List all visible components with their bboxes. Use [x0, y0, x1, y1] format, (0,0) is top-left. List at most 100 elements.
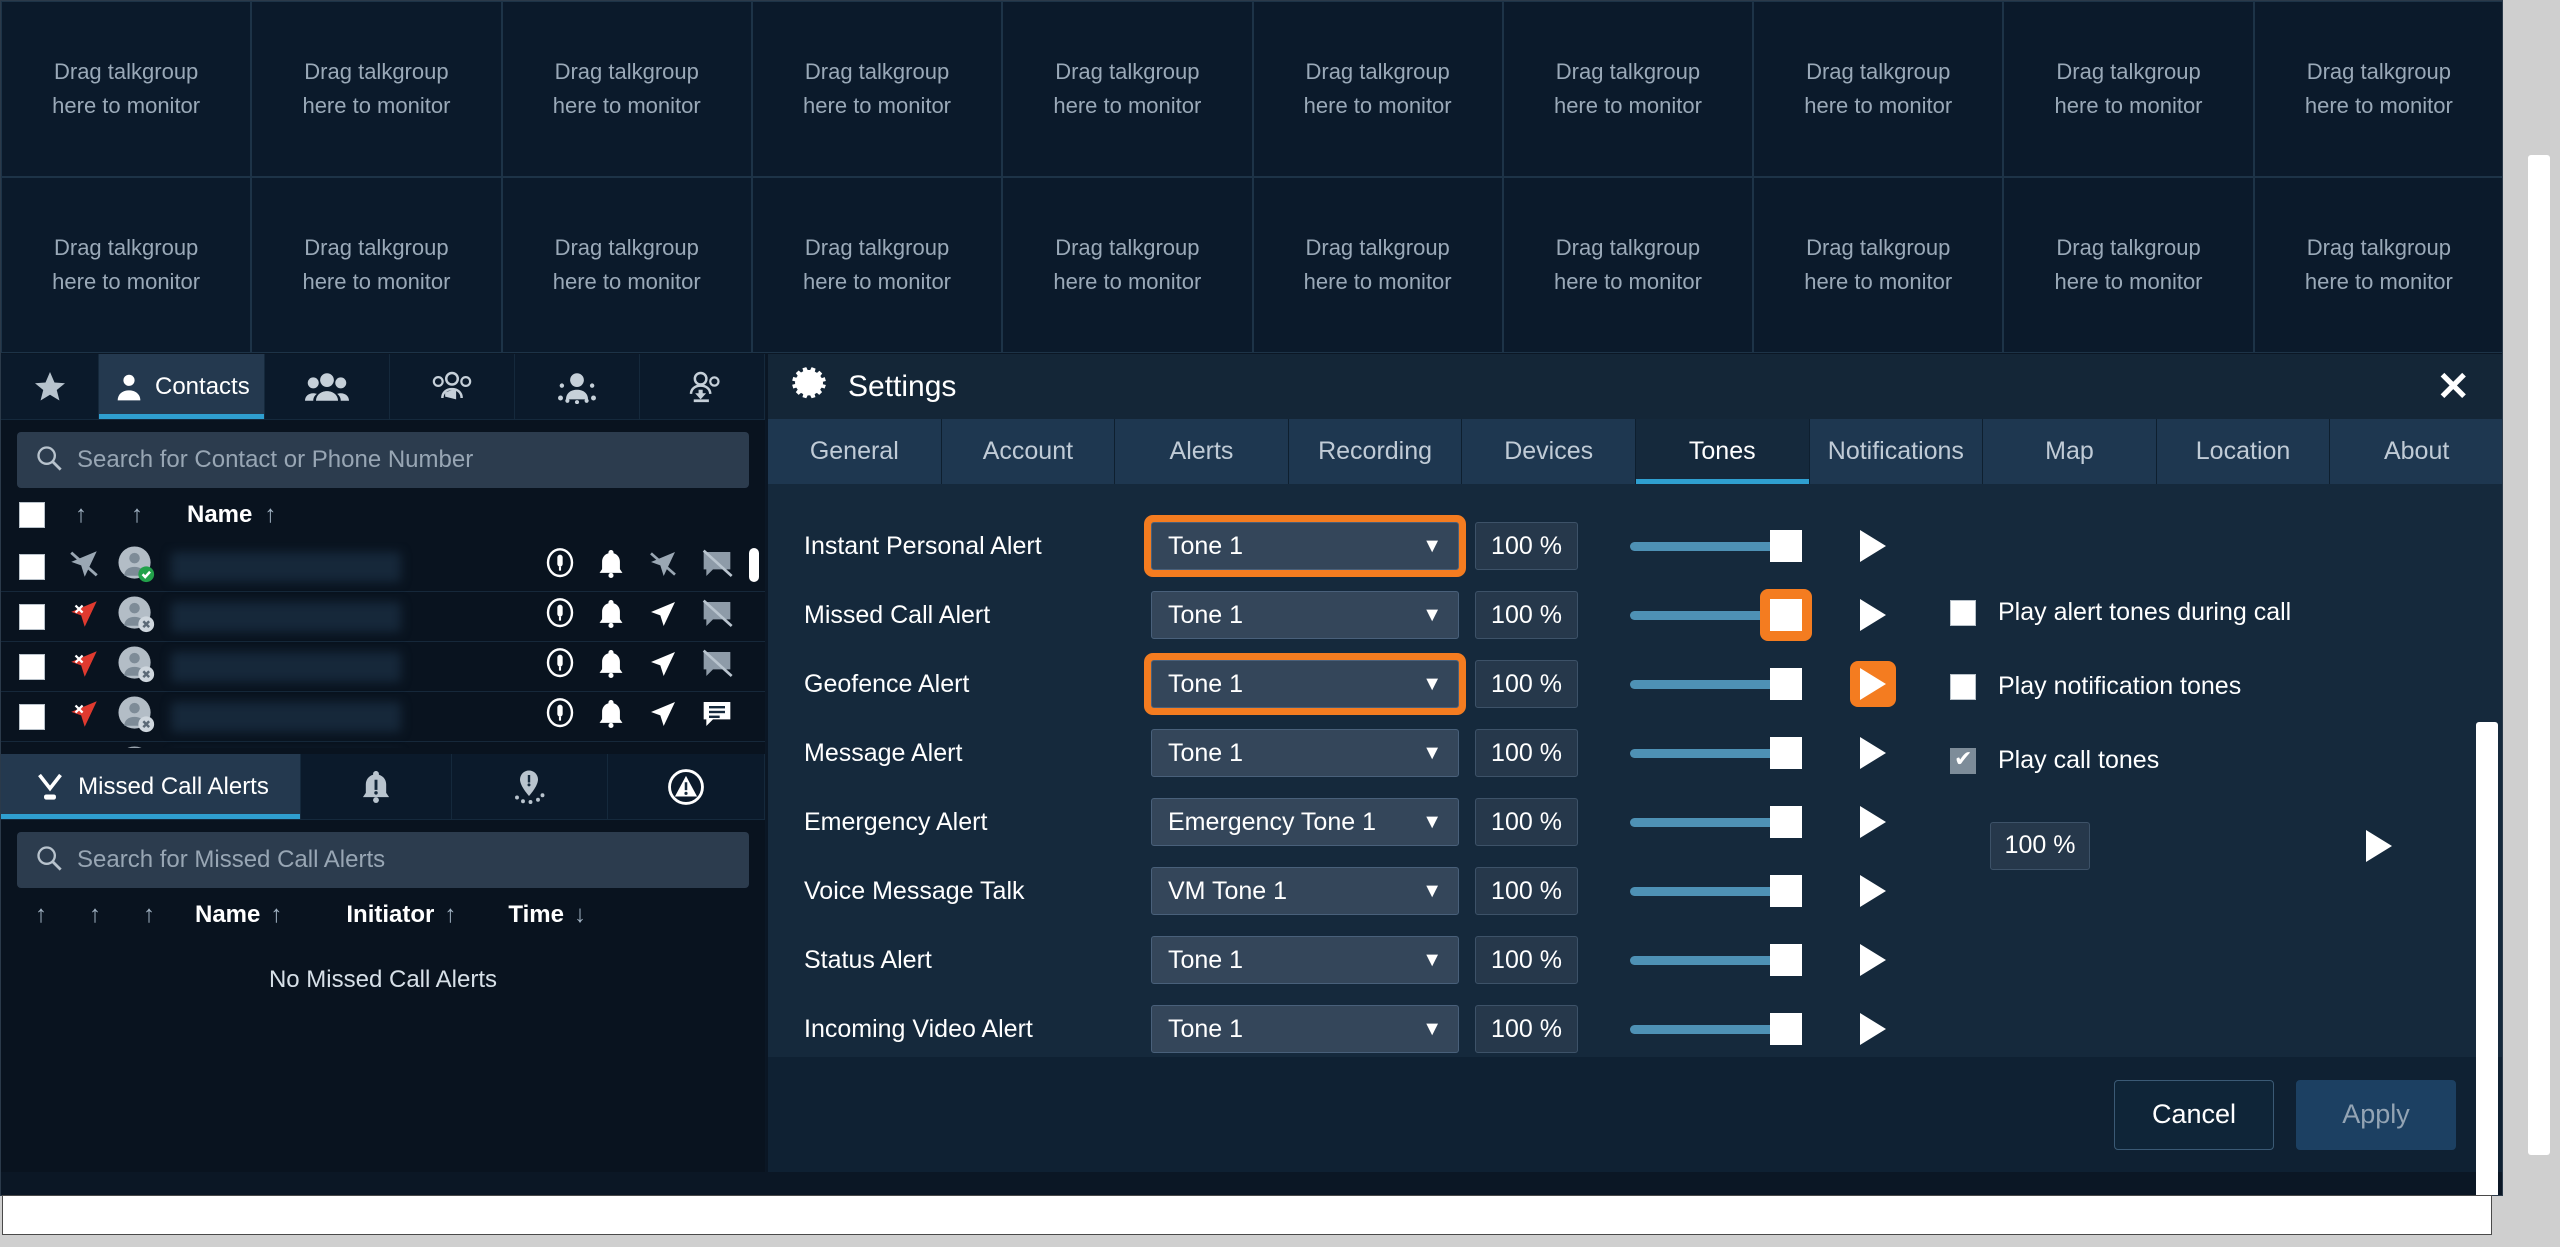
instant-personal-alert-play-button[interactable] — [1850, 523, 1896, 569]
option-play-notification-tones[interactable]: Play notification tones — [1950, 650, 2470, 724]
row-actions[interactable] — [545, 548, 747, 585]
instant-personal-alert-slider[interactable] — [1630, 522, 1802, 570]
missed-call-alert-slider[interactable] — [1630, 589, 1812, 642]
talkgroup-slot[interactable]: Drag talkgroup here to monitor — [1, 177, 252, 353]
talkgroup-slot[interactable]: Drag talkgroup here to monitor — [1753, 177, 2004, 353]
tab-alert-bell[interactable] — [301, 754, 453, 819]
message-alert-volume[interactable]: 100 % — [1475, 729, 1578, 778]
tab-map[interactable]: Map — [1983, 419, 2157, 484]
message-off-icon[interactable] — [701, 599, 733, 634]
mic-icon[interactable] — [545, 598, 575, 635]
tab-groups[interactable] — [265, 354, 390, 419]
talkgroup-slot[interactable]: Drag talkgroup here to monitor — [2003, 1, 2254, 177]
settings-dialog-scrollbar[interactable] — [2476, 722, 2498, 1195]
talkgroup-slot[interactable]: Drag talkgroup here to monitor — [1252, 177, 1503, 353]
geofence-alert-slider[interactable] — [1630, 660, 1802, 708]
talkgroup-slot[interactable]: Drag talkgroup here to monitor — [751, 1, 1003, 177]
tab-favorites[interactable] — [1, 354, 99, 419]
missed-call-alert-play-button[interactable] — [1850, 592, 1896, 638]
table-row[interactable] — [1, 692, 765, 742]
talkgroup-slot[interactable]: Drag talkgroup here to monitor — [251, 177, 502, 353]
nav-off-icon[interactable] — [647, 548, 679, 585]
talkgroup-slot[interactable]: Drag talkgroup here to monitor — [501, 1, 752, 177]
table-row[interactable] — [1, 742, 765, 748]
emergency-alert-play-button[interactable] — [1850, 799, 1896, 845]
geofence-alert-volume[interactable]: 100 % — [1475, 660, 1578, 709]
slider-knob-highlight[interactable] — [1760, 589, 1812, 642]
talkgroup-slot[interactable]: Drag talkgroup here to monitor — [1502, 177, 1754, 353]
sort-col1[interactable]: ↑ — [35, 901, 47, 929]
tab-talkgroups[interactable] — [390, 354, 515, 419]
instant-personal-alert-volume[interactable]: 100 % — [1475, 522, 1578, 571]
talkgroup-slot[interactable]: Drag talkgroup here to monitor — [1252, 1, 1503, 177]
tab-import-contacts[interactable] — [640, 354, 766, 419]
talkgroup-slot[interactable]: Drag talkgroup here to monitor — [1002, 177, 1253, 353]
emergency-alert-slider[interactable] — [1630, 798, 1802, 846]
tab-geofence-alerts[interactable] — [452, 754, 608, 819]
table-row[interactable] — [1, 642, 765, 692]
message-alert-play-button[interactable] — [1850, 730, 1896, 776]
talkgroup-slot[interactable]: Drag talkgroup here to monitor — [1, 1, 252, 177]
mic-icon[interactable] — [545, 648, 575, 685]
message-alert-tone-select[interactable]: Tone 1 ▼ — [1151, 729, 1459, 778]
tab-alerts[interactable]: Alerts — [1115, 419, 1289, 484]
page-horizontal-scrollbar[interactable] — [2, 1195, 2492, 1235]
voice-message-talk-volume[interactable]: 100 % — [1475, 867, 1578, 916]
select-all-checkbox[interactable] — [19, 502, 45, 528]
missed-call-alert-volume[interactable]: 100 % — [1475, 591, 1578, 640]
bell-icon[interactable] — [597, 598, 625, 635]
call-tone-volume[interactable]: 100 % — [1990, 821, 2090, 870]
slider-knob[interactable] — [1770, 1013, 1802, 1046]
voice-message-talk-tone-select[interactable]: VM Tone 1 ▼ — [1151, 867, 1459, 916]
table-row[interactable] — [1, 542, 765, 592]
tab-notifications[interactable]: Notifications — [1809, 419, 1984, 484]
sort-name[interactable]: ↑ — [270, 901, 282, 929]
option-play-call-tones[interactable]: Play call tones — [1950, 724, 2470, 798]
talkgroup-slot[interactable]: Drag talkgroup here to monitor — [2253, 1, 2502, 177]
voice-message-talk-slider[interactable] — [1630, 867, 1802, 915]
tab-emergency-alerts[interactable] — [608, 754, 765, 819]
play-call-tones-checkbox[interactable] — [1950, 746, 1976, 774]
instant-personal-alert-tone-select[interactable]: Tone 1 ▼ — [1151, 522, 1459, 571]
tab-tones[interactable]: Tones — [1635, 419, 1810, 484]
talkgroup-slot[interactable]: Drag talkgroup here to monitor — [251, 1, 502, 177]
sort-name[interactable]: ↑ — [264, 501, 276, 529]
slider-knob[interactable] — [1770, 875, 1802, 908]
status-alert-slider[interactable] — [1630, 936, 1802, 984]
slider-knob[interactable] — [1770, 737, 1802, 770]
tab-recording[interactable]: Recording — [1288, 419, 1463, 484]
mic-icon[interactable] — [545, 698, 575, 735]
sort-col2[interactable]: ↑ — [89, 901, 101, 929]
slider-knob[interactable] — [1770, 806, 1802, 839]
incoming-video-alert-play-button[interactable] — [1850, 1006, 1896, 1052]
contacts-scrollbar[interactable] — [749, 548, 759, 582]
sort-col3[interactable]: ↑ — [143, 901, 155, 929]
row-actions[interactable] — [545, 598, 747, 635]
sort-status[interactable]: ↑ — [131, 501, 143, 529]
tab-account[interactable]: Account — [941, 419, 1116, 484]
status-alert-tone-select[interactable]: Tone 1 ▼ — [1151, 936, 1459, 985]
slider-knob[interactable] — [1770, 530, 1802, 563]
incoming-video-alert-tone-select[interactable]: Tone 1 ▼ — [1151, 1005, 1459, 1054]
column-initiator[interactable]: Initiator — [346, 901, 434, 929]
row-actions[interactable] — [545, 648, 747, 685]
tab-general[interactable]: General — [768, 419, 942, 484]
sort-presence[interactable]: ↑ — [75, 501, 87, 529]
emergency-alert-volume[interactable]: 100 % — [1475, 798, 1578, 847]
status-alert-play-button[interactable] — [1850, 937, 1896, 983]
column-time[interactable]: Time — [508, 901, 564, 929]
slider-knob[interactable] — [1770, 944, 1802, 977]
contacts-search-input[interactable]: Search for Contact or Phone Number — [17, 432, 749, 488]
column-name[interactable]: Name — [195, 901, 260, 929]
talkgroup-slot[interactable]: Drag talkgroup here to monitor — [2253, 177, 2502, 353]
missed-call-alert-tone-select[interactable]: Tone 1 ▼ — [1151, 591, 1459, 640]
row-actions[interactable] — [545, 698, 747, 735]
bell-icon[interactable] — [597, 698, 625, 735]
tab-broadcast-groups[interactable] — [515, 354, 640, 419]
mic-icon[interactable] — [545, 548, 575, 585]
column-name[interactable]: Name — [187, 501, 252, 529]
voice-message-talk-play-button[interactable] — [1850, 868, 1896, 914]
sort-time[interactable]: ↓ — [574, 901, 586, 929]
talkgroup-slot[interactable]: Drag talkgroup here to monitor — [751, 177, 1003, 353]
sort-initiator[interactable]: ↑ — [444, 901, 456, 929]
